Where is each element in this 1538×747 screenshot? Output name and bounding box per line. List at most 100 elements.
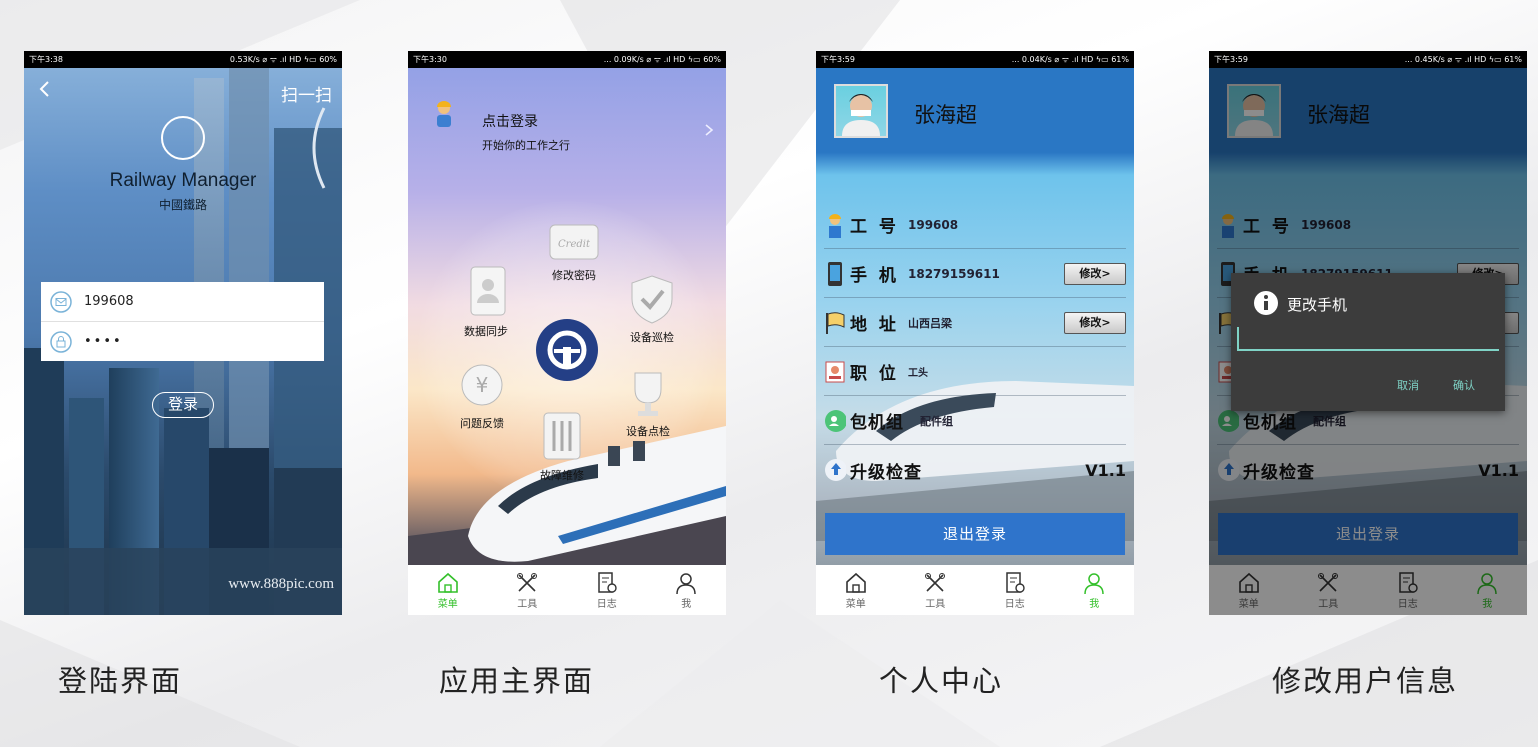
status-time: 下午3:30 xyxy=(413,55,447,64)
login-screen: 下午3:38 0.53K/s ⌀ ᯤ .ıl HD ϟ▭ 60% 扫一扫 Rai… xyxy=(24,51,342,615)
label-text: 包机组 xyxy=(850,413,904,433)
login-button[interactable]: 登录 xyxy=(152,392,214,418)
tab-label: 工具 xyxy=(517,598,538,610)
menu-label: 故障维修 xyxy=(540,469,584,482)
row-address: 地 址 山西吕梁 修改> xyxy=(824,299,1126,347)
row-upgrade[interactable]: 升级检查 V1.1 xyxy=(824,446,1126,494)
login-form: 199608 •••• xyxy=(41,282,324,361)
logout-button[interactable]: 退出登录 xyxy=(825,513,1125,555)
status-bar: 下午3:59 ... 0.45K/s ⌀ ᯤ .ıl HD ϟ▭ 61% xyxy=(1209,51,1527,68)
home-icon xyxy=(437,572,458,593)
password-field[interactable]: •••• xyxy=(41,322,324,361)
worker-icon xyxy=(437,101,451,127)
tab-tools[interactable]: 工具 xyxy=(497,571,557,610)
status-time: 下午3:38 xyxy=(29,55,63,64)
tab-log[interactable]: 日志 xyxy=(985,571,1045,610)
version-value: V1.1 xyxy=(1085,460,1126,480)
tab-label: 我 xyxy=(681,598,692,610)
row-label: 手 机 xyxy=(824,261,908,287)
document-gear-icon xyxy=(598,571,617,593)
password-value: •••• xyxy=(84,334,123,349)
phone-input[interactable] xyxy=(1237,327,1499,351)
document-gear-icon xyxy=(1006,571,1025,593)
repair-toolbox-icon xyxy=(543,412,581,460)
yen-refresh-icon: ¥ xyxy=(461,364,503,406)
shield-check-icon xyxy=(631,275,673,324)
contact-book-icon xyxy=(470,266,506,316)
tools-icon xyxy=(517,572,538,592)
menu-label: 数据同步 xyxy=(464,325,508,338)
tab-menu[interactable]: 菜单 xyxy=(418,571,478,610)
status-indicators: 0.53K/s ⌀ ᯤ .ıl HD ϟ▭ 60% xyxy=(229,55,337,64)
username-field[interactable]: 199608 xyxy=(41,282,324,322)
tab-me[interactable]: 我 xyxy=(1064,571,1124,610)
address-value: 山西吕梁 xyxy=(908,316,952,330)
scan-button[interactable]: 扫一扫 xyxy=(281,81,332,106)
menu-fault-repair[interactable]: 故障维修 xyxy=(524,411,600,483)
back-button[interactable] xyxy=(38,79,50,104)
tab-menu[interactable]: 菜单 xyxy=(826,571,886,610)
lock-icon xyxy=(50,330,72,353)
menu-data-sync[interactable]: 数据同步 xyxy=(448,265,524,339)
caption-login: 登陆界面 xyxy=(58,664,183,698)
dialog-title: 更改手机 xyxy=(1287,296,1348,314)
info-icon xyxy=(1254,291,1278,315)
row-group: 包机组 配件组 xyxy=(824,397,1126,445)
status-bar: 下午3:59 ... 0.04K/s ⌀ ᯤ .ıl HD ϟ▭ 61% xyxy=(816,51,1134,68)
trophy-icon xyxy=(634,372,662,416)
tab-tools[interactable]: 工具 xyxy=(905,571,965,610)
home-icon xyxy=(845,572,866,593)
main-screen: 下午3:30 ... 0.09K/s ⌀ ᯤ .ıl HD ϟ▭ 60% 点击登… xyxy=(408,51,726,615)
tab-me[interactable]: 我 xyxy=(656,571,716,610)
label-text: 手 机 xyxy=(850,266,899,286)
railway-logo-icon xyxy=(547,330,587,370)
modify-address-button[interactable]: 修改> xyxy=(1064,311,1126,334)
status-time: 下午3:59 xyxy=(821,55,855,64)
caption-main: 应用主界面 xyxy=(439,664,595,698)
row-label: 包机组 xyxy=(824,408,908,434)
chevron-right-icon xyxy=(705,124,714,136)
login-banner[interactable]: 点击登录 开始你的工作之行 xyxy=(408,91,726,152)
tab-bar: 菜单 工具 日志 我 xyxy=(816,565,1134,615)
tab-bar: 菜单 工具 日志 我 xyxy=(408,565,726,615)
phone-icon xyxy=(828,261,842,286)
chevron-left-icon xyxy=(39,81,49,97)
tab-log[interactable]: 日志 xyxy=(577,571,637,610)
caption-edit: 修改用户信息 xyxy=(1272,664,1459,698)
status-bar: 下午3:30 ... 0.09K/s ⌀ ᯤ .ıl HD ϟ▭ 60% xyxy=(408,51,726,68)
id-badge-icon xyxy=(825,361,845,382)
modify-phone-button[interactable]: 修改> xyxy=(1064,262,1126,285)
cancel-button[interactable]: 取消 xyxy=(1397,377,1419,393)
employee-id-value: 199608 xyxy=(908,217,959,232)
tools-icon xyxy=(925,572,946,592)
menu-label: 设备巡检 xyxy=(630,331,674,344)
status-bar: 下午3:38 0.53K/s ⌀ ᯤ .ıl HD ϟ▭ 60% xyxy=(24,51,342,68)
confirm-button[interactable]: 确认 xyxy=(1453,377,1475,393)
menu-device-check[interactable]: 设备点检 xyxy=(610,369,686,439)
row-position: 职 位 工头 xyxy=(824,348,1126,396)
row-label: 地 址 xyxy=(824,310,908,336)
avatar[interactable] xyxy=(834,84,888,138)
tab-label: 日志 xyxy=(1004,598,1025,610)
row-phone: 手 机 18279159611 修改> xyxy=(824,250,1126,298)
menu-feedback[interactable]: ¥ 问题反馈 xyxy=(444,359,520,431)
group-value: 配件组 xyxy=(920,414,953,428)
row-employee-id: 工 号 199608 xyxy=(824,201,1126,249)
avatar-photo xyxy=(842,94,880,136)
profile-screen: 下午3:59 ... 0.04K/s ⌀ ᯤ .ıl HD ϟ▭ 61% 张海超… xyxy=(816,51,1134,615)
upgrade-icon xyxy=(825,459,846,481)
group-icon xyxy=(825,409,846,432)
menu-device-patrol[interactable]: 设备巡检 xyxy=(614,273,690,345)
tab-label: 我 xyxy=(1089,598,1100,610)
row-label: 升级检查 xyxy=(824,457,944,483)
app-subtitle: 中國鐵路 xyxy=(158,198,207,212)
menu-label: 问题反馈 xyxy=(460,417,504,430)
logo-circle xyxy=(161,116,205,160)
svg-text:Credit: Credit xyxy=(558,239,591,250)
caption-profile: 个人中心 xyxy=(879,664,1004,698)
person-icon xyxy=(676,572,696,594)
change-phone-dialog: 更改手机 取消 确认 xyxy=(1231,273,1505,411)
menu-change-password[interactable]: Credit 修改密码 xyxy=(536,219,612,283)
row-label: 工 号 xyxy=(824,212,908,238)
label-text: 地 址 xyxy=(850,315,899,335)
